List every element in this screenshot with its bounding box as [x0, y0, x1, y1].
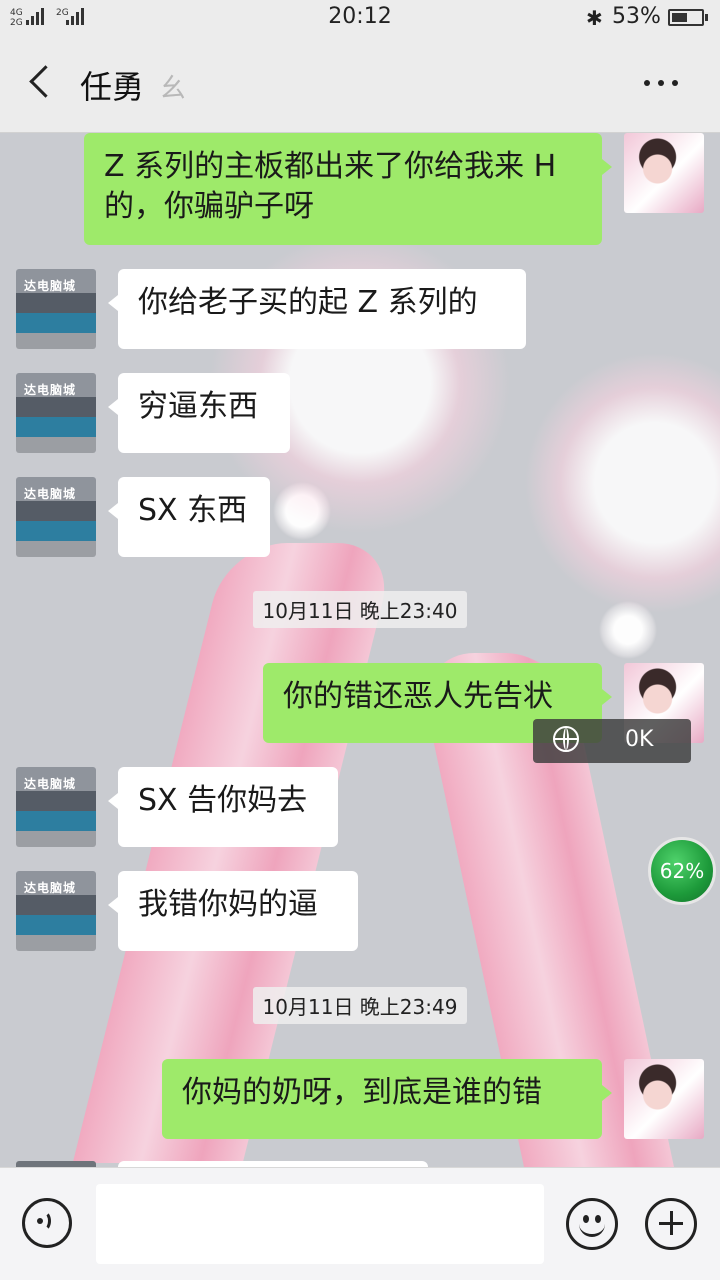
- avatar-sign-text: 达电脑城: [24, 383, 77, 397]
- contact-avatar[interactable]: 达电脑城: [16, 269, 96, 349]
- contact-avatar[interactable]: 达电脑城: [16, 477, 96, 557]
- message-bubble-theirs[interactable]: SX 告你妈去: [108, 767, 338, 847]
- message-bubble-theirs[interactable]: 我错你妈的逼: [108, 871, 358, 951]
- battery-level: [672, 13, 687, 22]
- memory-ball-widget[interactable]: 62%: [648, 837, 716, 905]
- message-bubble-theirs[interactable]: SX 东西: [108, 477, 270, 557]
- avatar-sign-text: 达电脑城: [24, 279, 77, 293]
- message-text: SX 东西: [138, 493, 248, 528]
- contact-avatar[interactable]: 达电脑城: [16, 871, 96, 951]
- contact-avatar[interactable]: 达电脑城: [16, 767, 96, 847]
- message-text: 你的错还恶人先告状: [283, 679, 553, 714]
- ear-icon: ⼳: [160, 74, 187, 104]
- message-list[interactable]: Z 系列的主板都出来了你给我来 H 的，你骗驴子呀 达电脑城 你给老子买的起 Z…: [0, 133, 720, 1167]
- input-bar: [0, 1167, 720, 1280]
- message-text: 我错你妈的逼: [138, 887, 318, 922]
- globe-icon: [553, 726, 579, 752]
- message-text: SX 告你妈去: [138, 783, 308, 818]
- contact-avatar[interactable]: 达电脑城: [16, 373, 96, 453]
- timestamp-text: 10月11日 晚上23:49: [252, 987, 468, 1024]
- avatar-sign-text: 达电脑城: [24, 487, 77, 501]
- chat-screen: 4G 2G 2G 20:12 ✱ 53% 任勇 ⼳ Z 系列的主板都出来了你给我…: [0, 0, 720, 1280]
- voice-icon[interactable]: [22, 1198, 72, 1248]
- network-speed-text: 0K: [625, 727, 654, 752]
- my-avatar[interactable]: [624, 1059, 704, 1139]
- message-bubble-mine[interactable]: 你妈的奶呀，到底是谁的错: [162, 1059, 612, 1139]
- contact-name: 任勇: [80, 68, 145, 106]
- chat-header: 任勇 ⼳: [0, 36, 720, 133]
- emoji-icon[interactable]: [566, 1198, 618, 1250]
- battery-icon: [668, 9, 708, 26]
- more-dots-icon[interactable]: [644, 80, 678, 86]
- message-bubble-mine[interactable]: Z 系列的主板都出来了你给我来 H 的，你骗驴子呀: [84, 133, 612, 245]
- timestamp-text: 10月11日 晚上23:40: [252, 591, 468, 628]
- chevron-left-icon[interactable]: [29, 65, 62, 98]
- message-text: 你给老子买的起 Z 系列的: [138, 285, 478, 320]
- avatar-sign-text: 达电脑城: [24, 777, 77, 791]
- avatar-sign-text: 达电脑城: [24, 881, 77, 895]
- battery-percent: 53%: [612, 4, 661, 29]
- timestamp: 10月11日 晚上23:49: [0, 987, 720, 1024]
- message-bubble-theirs[interactable]: 穷逼东西: [108, 373, 290, 453]
- bluetooth-icon: ✱: [586, 6, 603, 30]
- message-input[interactable]: [96, 1184, 544, 1264]
- plus-icon[interactable]: [645, 1198, 697, 1250]
- timestamp: 10月11日 晚上23:40: [0, 591, 720, 628]
- my-avatar[interactable]: [624, 133, 704, 213]
- memory-percent: 62%: [659, 859, 705, 883]
- message-bubble-theirs[interactable]: 你给老子买的起 Z 系列的: [108, 269, 526, 349]
- status-bar: 4G 2G 2G 20:12 ✱ 53%: [0, 0, 720, 36]
- network-speed-overlay[interactable]: 0K: [533, 719, 691, 763]
- message-text: 你妈的奶呀，到底是谁的错: [182, 1075, 542, 1110]
- message-text: Z 系列的主板都出来了你给我来 H 的，你骗驴子呀: [104, 149, 557, 224]
- message-text: 穷逼东西: [138, 389, 258, 424]
